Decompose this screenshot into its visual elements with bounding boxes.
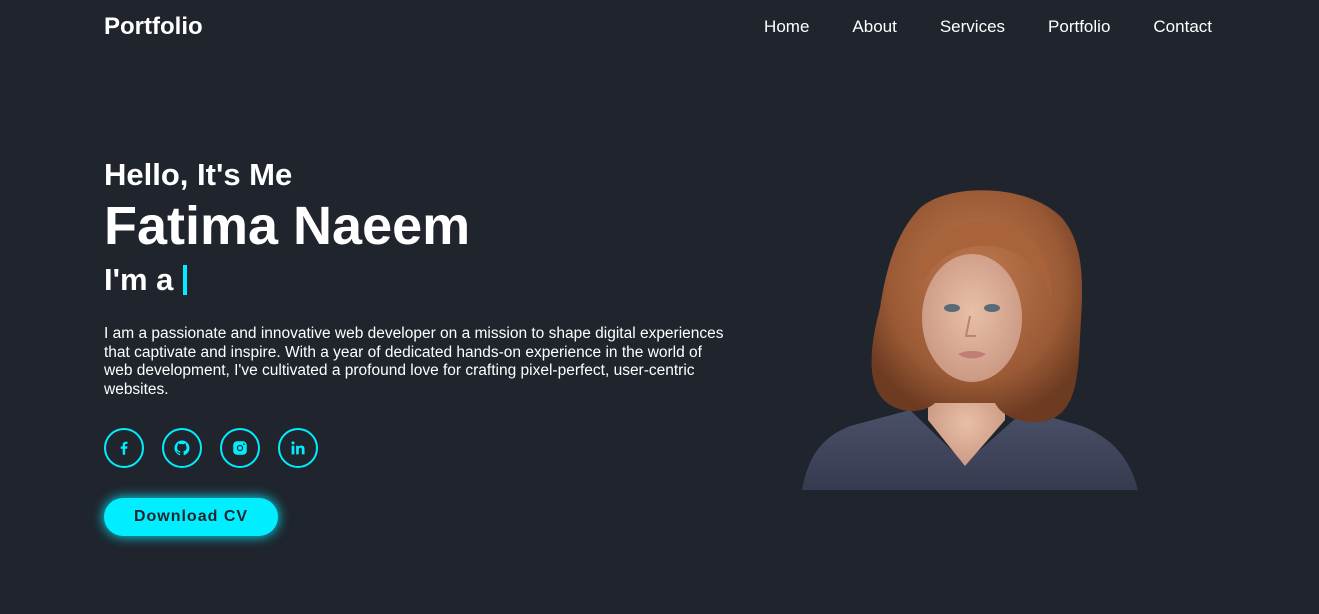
- bio-text: I am a passionate and innovative web dev…: [104, 325, 724, 398]
- download-cv-button[interactable]: Download CV: [104, 498, 278, 536]
- hero-section: Hello, It's Me Fatima Naeem I'm a I am a…: [104, 156, 744, 536]
- page: Portfolio Home About Services Portfolio …: [0, 0, 1319, 614]
- github-icon: [174, 440, 190, 456]
- site-header: Portfolio Home About Services Portfolio …: [0, 0, 1319, 56]
- person-name: Fatima Naeem: [104, 196, 471, 256]
- linkedin-icon: [291, 441, 305, 455]
- github-link[interactable]: [162, 428, 202, 468]
- nav-portfolio[interactable]: Portfolio: [1048, 17, 1110, 37]
- role-line: I'm a: [104, 260, 744, 300]
- greeting: Hello, It's Me: [104, 157, 293, 192]
- profile-photo: [802, 190, 1138, 490]
- linkedin-link[interactable]: [278, 428, 318, 468]
- nav-home[interactable]: Home: [764, 17, 809, 37]
- nav-services[interactable]: Services: [940, 17, 1005, 37]
- facebook-icon: [120, 441, 128, 455]
- main-nav: Home About Services Portfolio Contact: [764, 17, 1212, 37]
- nav-contact[interactable]: Contact: [1153, 17, 1212, 37]
- nav-about[interactable]: About: [852, 17, 896, 37]
- role-prefix: I'm a: [104, 262, 174, 297]
- facebook-link[interactable]: [104, 428, 144, 468]
- logo[interactable]: Portfolio: [104, 13, 203, 41]
- instagram-link[interactable]: [220, 428, 260, 468]
- social-links: [104, 428, 744, 468]
- typing-cursor: [183, 265, 188, 295]
- instagram-icon: [233, 441, 247, 455]
